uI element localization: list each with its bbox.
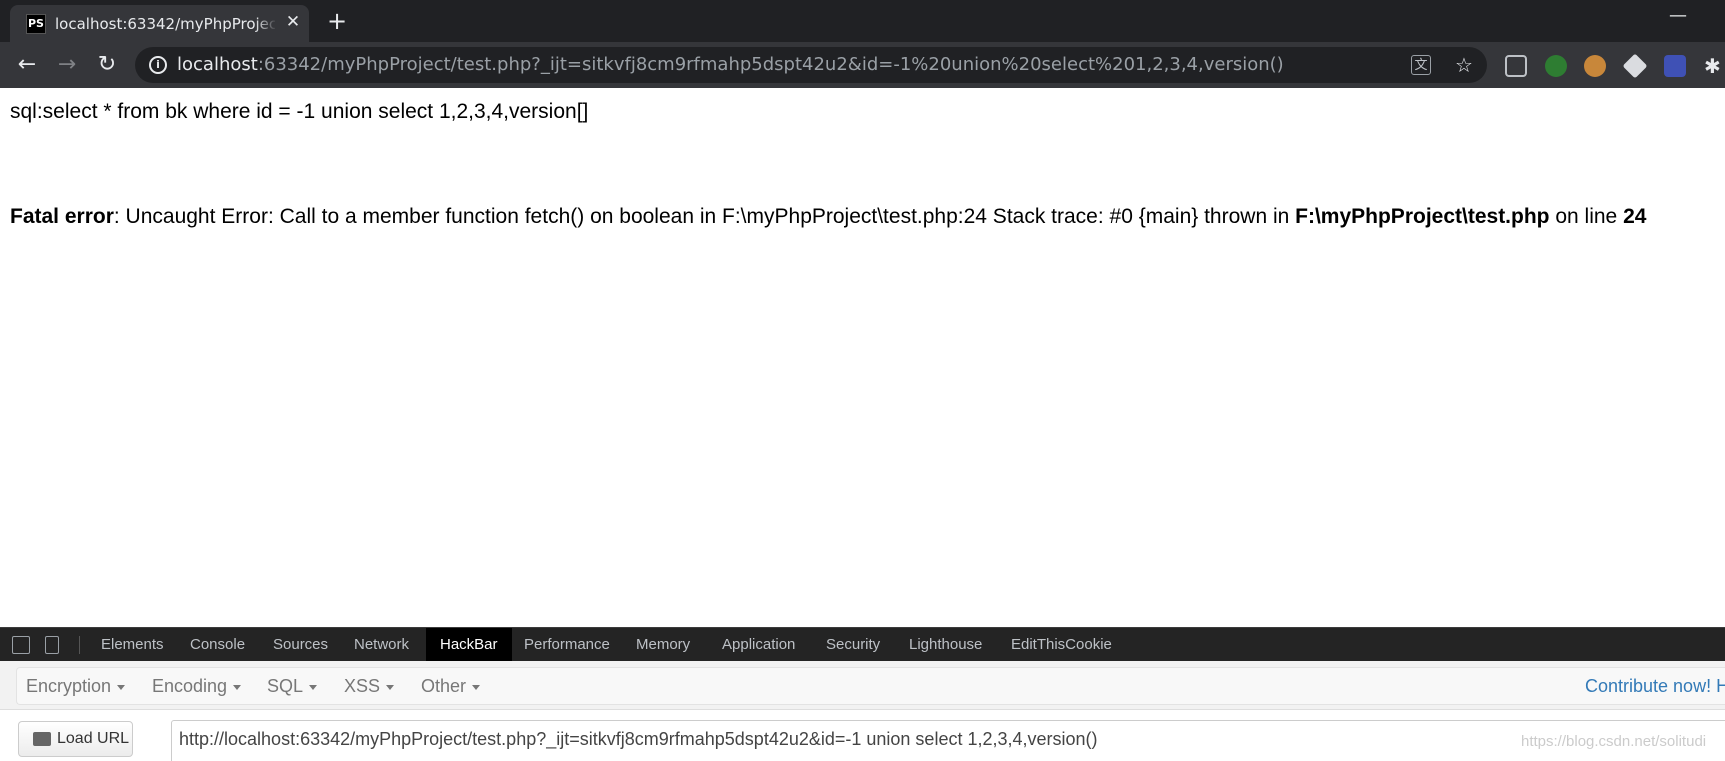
browser-tab[interactable]: PS localhost:63342/myPhpProject/test.php… (10, 5, 309, 42)
menu-encoding-label: Encoding (152, 676, 228, 696)
menu-encoding[interactable]: Encoding (152, 668, 242, 704)
error-line-number: 24 (1623, 205, 1647, 228)
device-toolbar-icon[interactable] (45, 636, 59, 654)
green-extension-icon[interactable] (1545, 55, 1567, 77)
puzzle-icon[interactable]: ✱ (1704, 55, 1725, 77)
caret-down-icon (117, 684, 126, 690)
mascot-extension-icon[interactable] (1664, 55, 1686, 77)
tab-sources[interactable]: Sources (259, 628, 342, 661)
menu-xss[interactable]: XSS (344, 668, 395, 704)
watermark: https://blog.csdn.net/solitudi (1521, 733, 1707, 750)
menu-encryption[interactable]: Encryption (26, 668, 126, 704)
toolbar-divider (79, 636, 80, 654)
error-on-line: on line (1549, 205, 1624, 228)
star-icon[interactable]: ☆ (1453, 54, 1475, 76)
new-tab-icon[interactable]: + (325, 9, 349, 33)
error-text: : Uncaught Error: Call to a member funct… (113, 205, 1296, 228)
inspect-element-icon[interactable] (12, 636, 30, 654)
minimize-window-icon[interactable]: — (1668, 7, 1688, 28)
caret-down-icon (233, 684, 242, 690)
url-path: :63342/myPhpProject/test.php?_ijt=sitkvf… (257, 54, 1284, 75)
tab-hackbar[interactable]: HackBar (426, 628, 512, 661)
hackbar-url-input[interactable]: http://localhost:63342/myPhpProject/test… (171, 720, 1725, 761)
fatal-error-message: Fatal error: Uncaught Error: Call to a m… (10, 205, 1646, 229)
tab-performance[interactable]: Performance (510, 628, 624, 661)
tab-elements[interactable]: Elements (87, 628, 178, 661)
caret-down-icon (386, 684, 395, 690)
tab-title: localhost:63342/myPhpProject/test.php?_i… (55, 15, 275, 33)
tab-title-fade (255, 11, 277, 37)
load-url-button[interactable]: Load URL (18, 721, 133, 757)
site-info-icon[interactable]: i (149, 56, 167, 74)
hackbar-menubar: Encryption Encoding SQL XSS Other Contri… (0, 661, 1725, 710)
tab-application[interactable]: Application (708, 628, 809, 661)
caret-down-icon (472, 684, 481, 690)
phpstorm-favicon-icon: PS (26, 14, 46, 34)
reload-icon[interactable]: ↻ (94, 52, 120, 78)
contribute-link[interactable]: Contribute now! H (1585, 668, 1725, 704)
incognito-glasses-icon[interactable] (1505, 55, 1527, 77)
menu-xss-label: XSS (344, 676, 381, 696)
tab-console[interactable]: Console (176, 628, 259, 661)
tab-lighthouse[interactable]: Lighthouse (895, 628, 996, 661)
translate-icon[interactable]: 文 (1411, 55, 1431, 75)
browser-toolbar: ← → ↻ i localhost:63342/myPhpProject/tes… (0, 42, 1725, 88)
cookie-icon[interactable] (1584, 55, 1606, 77)
error-label: Fatal error (10, 205, 114, 228)
menu-other-label: Other (421, 676, 467, 696)
tab-editthiscookie[interactable]: EditThisCookie (997, 628, 1126, 661)
load-url-label: Load URL (57, 730, 130, 747)
hackbar-menu-panel: Encryption Encoding SQL XSS Other Contri… (16, 667, 1725, 705)
caret-down-icon (309, 684, 318, 690)
tab-memory[interactable]: Memory (622, 628, 704, 661)
hackbar-body: Load URL http://localhost:63342/myPhpPro… (0, 710, 1725, 761)
back-arrow-icon[interactable]: ← (14, 52, 40, 78)
forward-arrow-icon[interactable]: → (54, 52, 80, 78)
tab-security[interactable]: Security (812, 628, 894, 661)
browser-tabstrip: PS localhost:63342/myPhpProject/test.php… (0, 0, 1725, 42)
sql-output: sql:select * from bk where id = -1 union… (10, 100, 589, 123)
page-content: sql:select * from bk where id = -1 union… (0, 88, 1725, 626)
load-url-icon (33, 732, 51, 746)
menu-encryption-label: Encryption (26, 676, 112, 696)
menu-other[interactable]: Other (421, 668, 481, 704)
address-url[interactable]: localhost:63342/myPhpProject/test.php?_i… (177, 47, 1284, 83)
tab-network[interactable]: Network (340, 628, 423, 661)
menu-sql-label: SQL (267, 676, 304, 696)
address-bar[interactable]: i localhost:63342/myPhpProject/test.php?… (135, 47, 1487, 83)
error-file: F:\myPhpProject\test.php (1295, 205, 1550, 228)
close-tab-icon[interactable]: ✕ (283, 12, 303, 32)
cube-icon[interactable] (1622, 53, 1648, 79)
devtools-tabbar: Elements Console Sources Network HackBar… (0, 627, 1725, 661)
menu-sql[interactable]: SQL (267, 668, 318, 704)
url-host: localhost (177, 54, 258, 75)
